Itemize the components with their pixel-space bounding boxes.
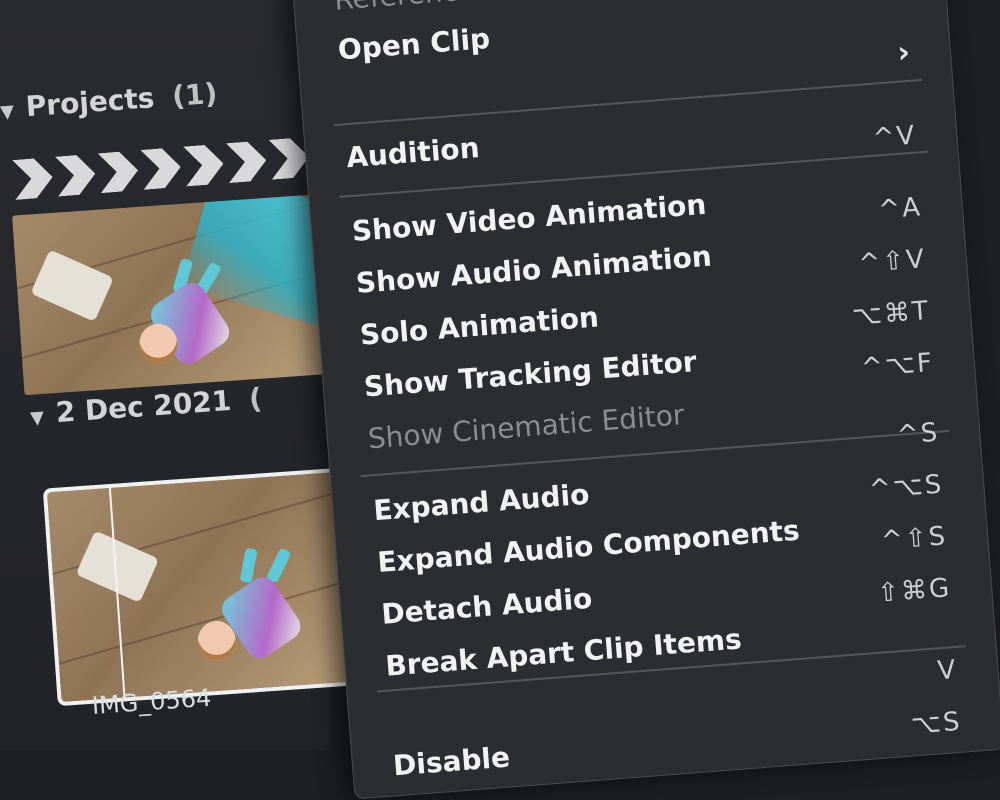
menu-item-shortcut: ^S [895,417,941,451]
menu-item-label: Disable [391,740,512,782]
clapperboard-icon [12,137,315,205]
menu-item-shortcut: ^⇧S [880,521,949,557]
projects-count: (1) [171,76,219,113]
menu-item-label: Show Cinematic Editor [366,397,686,455]
clapper-stripe [98,150,140,193]
menu-item-shortcut: ⌥S [909,706,963,741]
browser-panel: ▼ Projects (1) ▼ 2 Dec 2021( IMG_0564 [0,0,356,750]
menu-item-label: Solo Animation [358,299,600,352]
clapper-stripe [226,140,268,183]
menu-item-shortcut: V [936,654,959,687]
clapper-stripe [12,157,54,200]
floor-line [42,565,356,680]
menu-item-label: Reference [333,0,476,16]
kid-leg [239,547,258,584]
context-menu: Reference Open Clip › Audition ^V Show V… [290,0,1000,800]
menu-item-label: Show Tracking Editor [362,344,698,404]
chevron-right-icon: › [896,34,912,71]
menu-item-shortcut: ^⌥S [867,469,945,506]
menu-item-label: Detach Audio [380,581,594,631]
clapper-stripe [183,144,225,187]
clapper-stripe [55,154,97,197]
menu-item-label: Expand Audio [372,477,591,527]
date-count: ( [247,381,263,416]
projects-label: Projects [24,81,156,124]
projects-section-header[interactable]: ▼ Projects (1) [0,77,218,125]
menu-item-label: Show Video Animation [350,187,708,248]
menu-item-shortcut: ⇧⌘G [876,573,953,609]
disclosure-triangle-icon[interactable]: ▼ [30,407,45,429]
pillow [30,249,114,322]
menu-item-label: Audition [345,130,481,174]
menu-item-label: Show Audio Animation [354,239,713,300]
clip-thumbnail-selected[interactable] [42,467,356,707]
menu-item-label: Open Clip [336,21,492,67]
menu-item-shortcut: ^V [871,120,918,154]
clapper-stripe [140,147,182,190]
project-thumbnail[interactable] [12,194,324,396]
disclosure-triangle-icon[interactable]: ▼ [0,101,15,123]
